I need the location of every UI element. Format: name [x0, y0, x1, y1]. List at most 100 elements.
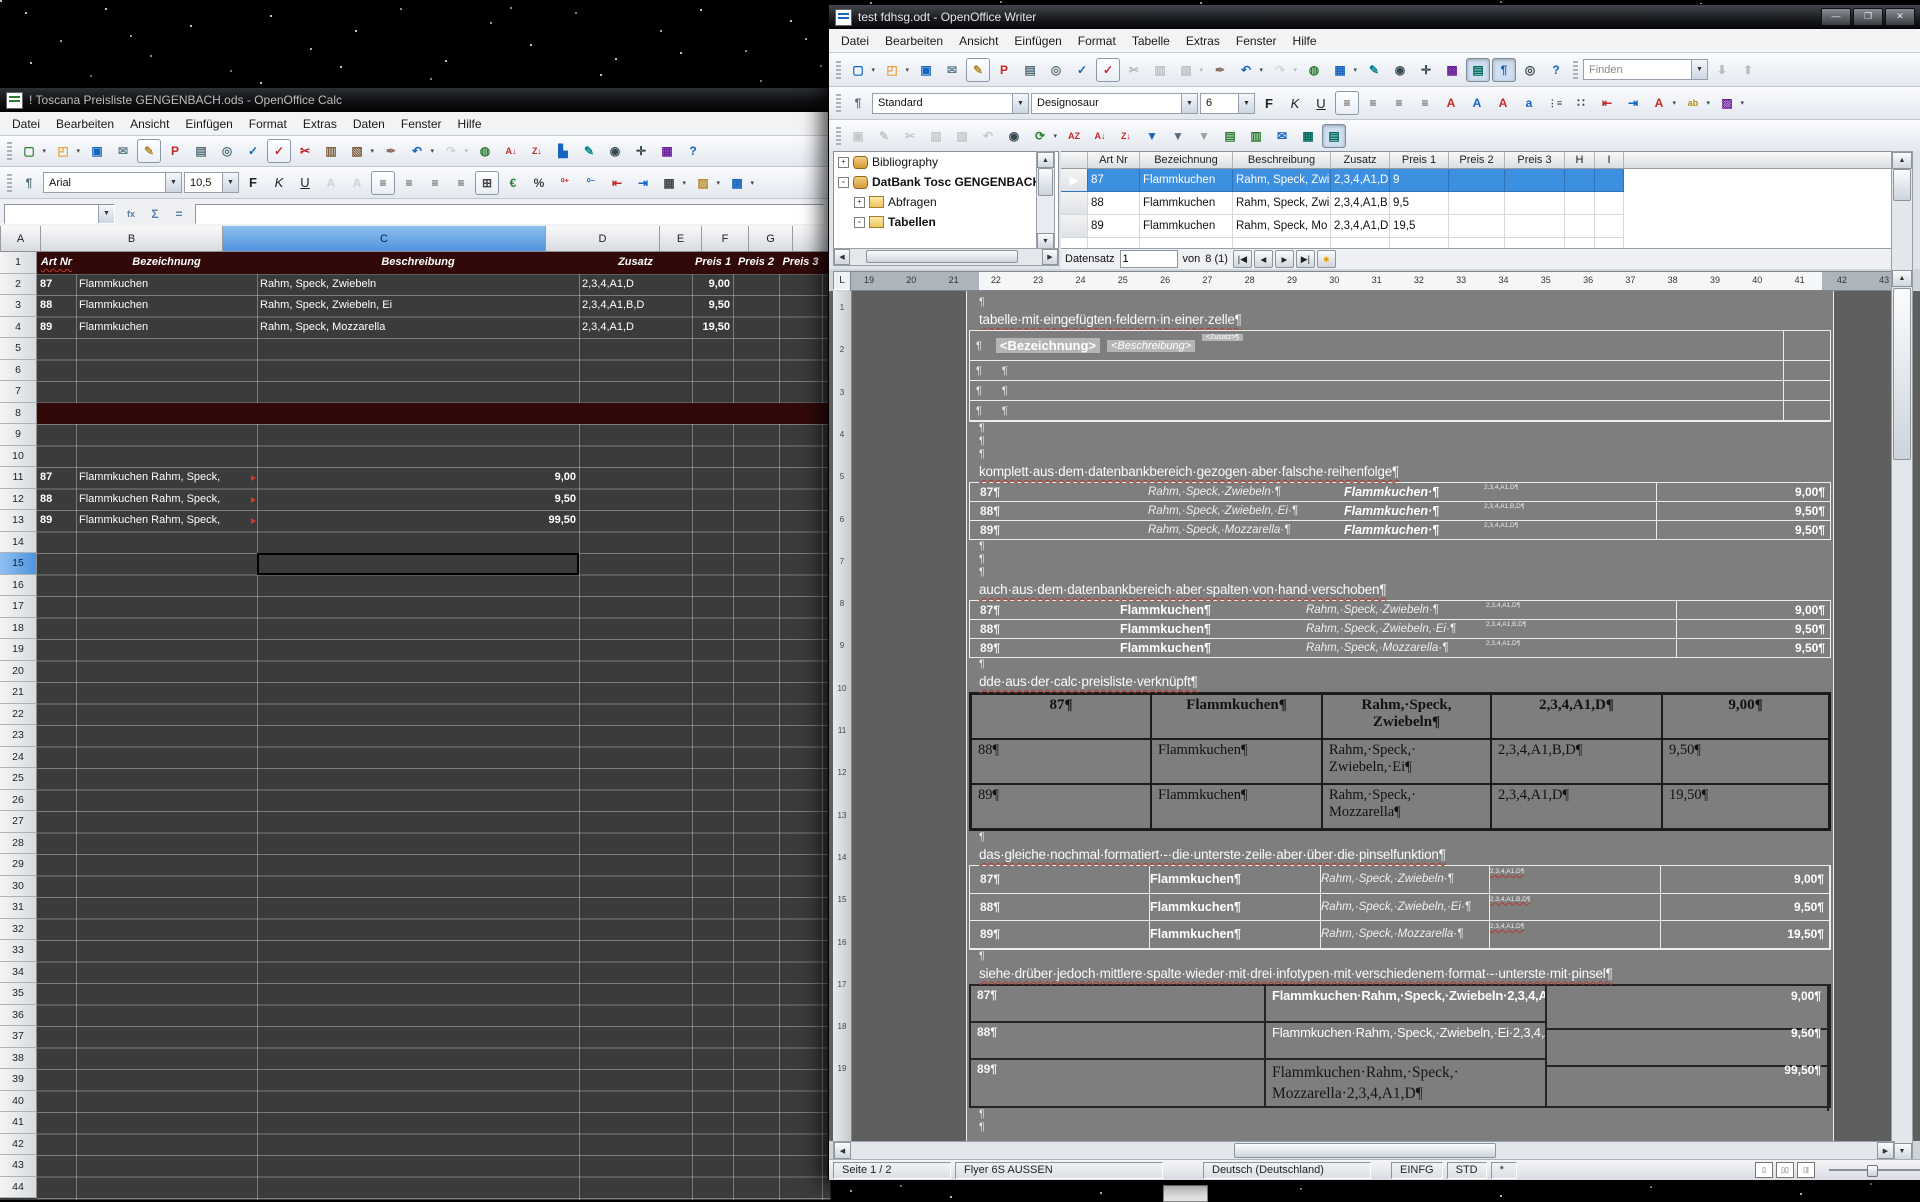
doc-table-cell[interactable]: 2,3,4,A1,D¶ [1491, 694, 1662, 739]
row-header-3[interactable]: 3 [0, 295, 37, 317]
doc-table-t6[interactable]: 87¶Flammkuchen·Rahm,·Speck,·Zwiebeln·2,3… [969, 984, 1831, 1108]
dropdown-arrow-icon[interactable]: ▾ [430, 147, 434, 155]
undo-icon[interactable]: ↶▾ [405, 139, 429, 163]
grid-cell[interactable]: 87 [1088, 169, 1140, 192]
add-decimal-icon[interactable]: ⁰⁺ [553, 171, 577, 195]
field-table-row[interactable]: ¶¶ [970, 381, 1830, 401]
doc-table-cell[interactable]: Flammkuchen¶ [1150, 921, 1321, 948]
doc-table-cell[interactable]: 89¶ [970, 641, 1120, 655]
column-header-D[interactable]: D [546, 226, 660, 252]
grid-column-header-preis-3[interactable]: Preis 3 [1505, 152, 1565, 169]
row-header-34[interactable]: 34 [0, 962, 37, 984]
merge-cells-icon[interactable]: ⊞ [475, 171, 499, 195]
doc-table-cell[interactable]: 88¶ [970, 894, 1150, 921]
row-header-12[interactable]: 12 [0, 489, 37, 511]
sheet-cell-A4[interactable]: 89 [37, 317, 76, 339]
sheet-cell-E4[interactable]: 19,50 [692, 317, 733, 339]
row-header-39[interactable]: 39 [0, 1069, 37, 1091]
open-icon[interactable]: ◰▾ [880, 58, 904, 82]
tree-horizontal-scrollbar[interactable]: ◀ ▶ [833, 248, 1059, 266]
sheet-cell-C1[interactable]: Beschreibung [257, 252, 579, 274]
doc-table-cell[interactable]: 2,3,4,A1,D¶ [1484, 521, 1656, 529]
underline-button[interactable]: U [1309, 91, 1333, 115]
grid-column-header-preis-1[interactable]: Preis 1 [1390, 152, 1449, 169]
row-header-27[interactable]: 27 [0, 811, 37, 833]
row-header-13[interactable]: 13 [0, 510, 37, 532]
doc-table-cell[interactable]: Rahm,·Speck,·Mozzarella·¶ [1148, 524, 1344, 536]
name-box-dropdown-icon[interactable]: ▼ [98, 205, 114, 223]
status-insert-mode[interactable]: EINFG [1391, 1162, 1443, 1179]
find-replace-icon[interactable]: ◉ [1388, 58, 1412, 82]
doc-table-cell[interactable]: 2,3,4,A1,D¶ [1486, 639, 1676, 647]
doc-table-cell[interactable]: 9,50¶ [1676, 639, 1830, 657]
scroll-left-icon[interactable]: ◀ [834, 249, 850, 265]
standard-filter-icon[interactable]: ▼ [1166, 124, 1190, 148]
doc-table-row[interactable]: 88¶Flammkuchen¶Rahm,·Speck,·Zwiebeln,·Ei… [970, 894, 1830, 922]
doc-table-t3[interactable]: 87¶Flammkuchen¶Rahm,·Speck,·Zwiebeln·¶2,… [969, 600, 1831, 658]
sheet-cell-C11[interactable]: 9,00 [257, 467, 579, 489]
expander-icon[interactable]: - [854, 217, 865, 228]
grid-cell[interactable]: Flammkuchen [1140, 215, 1233, 238]
grid-cell[interactable] [1595, 192, 1624, 215]
last-record-icon[interactable]: ▶| [1296, 250, 1315, 268]
doc-table-row[interactable]: 88¶Flammkuchen·Rahm,·Speck,·Zwiebeln,·Ei… [971, 1023, 1829, 1060]
tree-scroll-thumb[interactable] [1038, 168, 1053, 196]
data-grid-row[interactable]: 88FlammkuchenRahm, Speck, Zwi2,3,4,A1,B,… [1061, 192, 1893, 215]
row-header-25[interactable]: 25 [0, 768, 37, 790]
print-icon[interactable]: ▤ [1018, 58, 1042, 82]
doc-scroll-left-icon[interactable]: ◀ [834, 1142, 851, 1159]
grid-cell[interactable] [1565, 215, 1595, 238]
vertical-ruler[interactable]: 12345678910111213141516171819 [833, 291, 852, 1141]
doc-table-cell[interactable]: 2,3,4,A1,B,D¶ [1486, 620, 1676, 628]
row-header-19[interactable]: 19 [0, 639, 37, 661]
doc-table-cell[interactable]: Flammkuchen¶ [1151, 739, 1322, 784]
tree-item-abfragen[interactable]: +Abfragen [834, 192, 1058, 212]
doc-table-cell[interactable]: Rahm,·Speck,·Zwiebeln,·Ei·¶ [1306, 623, 1486, 635]
font-size-down-icon[interactable]: A [1465, 91, 1489, 115]
document-horizontal-scrollbar[interactable]: ◀ ▶ [833, 1141, 1895, 1160]
doc-table-row[interactable]: 89¶Flammkuchen¶Rahm,·Speck,·Mozzarella·¶… [970, 921, 1830, 949]
sheet-cell-E1[interactable]: Preis 1 [692, 252, 733, 274]
find-dropdown-icon[interactable]: ▼ [1691, 60, 1707, 79]
sheet-cell-C12[interactable]: 9,50 [257, 489, 579, 511]
grid-cell[interactable] [1449, 192, 1505, 215]
doc-table-row[interactable]: 89¶Flammkuchen¶Rahm,·Speck,·Mozzarella·¶… [970, 639, 1830, 657]
doc-table-cell[interactable]: 2,3,4,A1,D¶ [1490, 921, 1661, 950]
pilcrow-mark[interactable]: ¶ [979, 448, 1833, 461]
decrease-indent-icon[interactable]: ⇤ [605, 171, 629, 195]
doc-table-row[interactable]: 87¶Flammkuchen¶Rahm,·Speck,·Zwiebeln·¶2,… [970, 601, 1830, 620]
doc-table-cell[interactable]: Flammkuchen¶ [1150, 894, 1321, 921]
edit-mode-icon[interactable]: ✎ [137, 139, 161, 163]
align-right-icon[interactable]: ≡ [423, 171, 447, 195]
document-vertical-scrollbar[interactable]: ▲ ▲ ▼ [1891, 151, 1913, 1161]
page-preview-icon[interactable]: ◎ [215, 139, 239, 163]
grid-cell[interactable]: 9,5 [1390, 192, 1449, 215]
formula-input-line[interactable] [195, 204, 824, 224]
doc-table-row[interactable]: 87¶Rahm,·Speck,·Zwiebeln·¶Flammkuchen·¶2… [970, 483, 1830, 502]
doc-table-cell[interactable]: Flammkuchen¶ [1151, 694, 1322, 739]
doc-table-cell[interactable]: 89¶ [970, 921, 1150, 948]
data-to-fields-icon[interactable]: ▥ [1244, 124, 1268, 148]
spellcheck-icon[interactable]: ✓ [1070, 58, 1094, 82]
dropdown-arrow-icon[interactable]: ▾ [1672, 99, 1676, 107]
font-size-dropdown-icon[interactable]: ▼ [1238, 94, 1254, 113]
find-previous-icon[interactable]: ⬆ [1736, 58, 1760, 82]
number-currency-icon[interactable]: € [501, 171, 525, 195]
font-color-icon[interactable]: A▾ [1647, 91, 1671, 115]
function-wizard-icon[interactable]: fx [119, 202, 143, 226]
doc-table-cell[interactable]: Rahm,·Speck,·Zwiebeln,·Ei·¶ [1321, 894, 1490, 921]
row-header-2[interactable]: 2 [0, 274, 37, 296]
doc-paragraph[interactable]: das·gleiche·nochmal·formatiert·-·die·unt… [979, 847, 1833, 862]
doc-table-cell[interactable]: 2,3,4,A1,D¶ [1490, 866, 1661, 895]
doc-table-row[interactable]: 89¶Rahm,·Speck,·Mozzarella·¶Flammkuchen·… [970, 521, 1830, 539]
row-header-17[interactable]: 17 [0, 596, 37, 618]
expander-icon[interactable]: - [838, 177, 849, 188]
redo-icon[interactable]: ↷▾ [1268, 58, 1292, 82]
doc-paragraph[interactable]: siehe·drüber·jedoch·mittlere·spalte·wied… [979, 966, 1833, 981]
dropdown-arrow-icon[interactable]: ▾ [750, 179, 754, 187]
function-icon[interactable]: = [167, 202, 191, 226]
doc-table-cell[interactable]: 9,00¶ [1662, 694, 1829, 739]
column-header-C[interactable]: C [223, 226, 546, 252]
sheet-cell-B11[interactable]: Flammkuchen Rahm, Speck, [76, 467, 257, 489]
sheet-cell-B3[interactable]: Flammkuchen [76, 295, 257, 317]
